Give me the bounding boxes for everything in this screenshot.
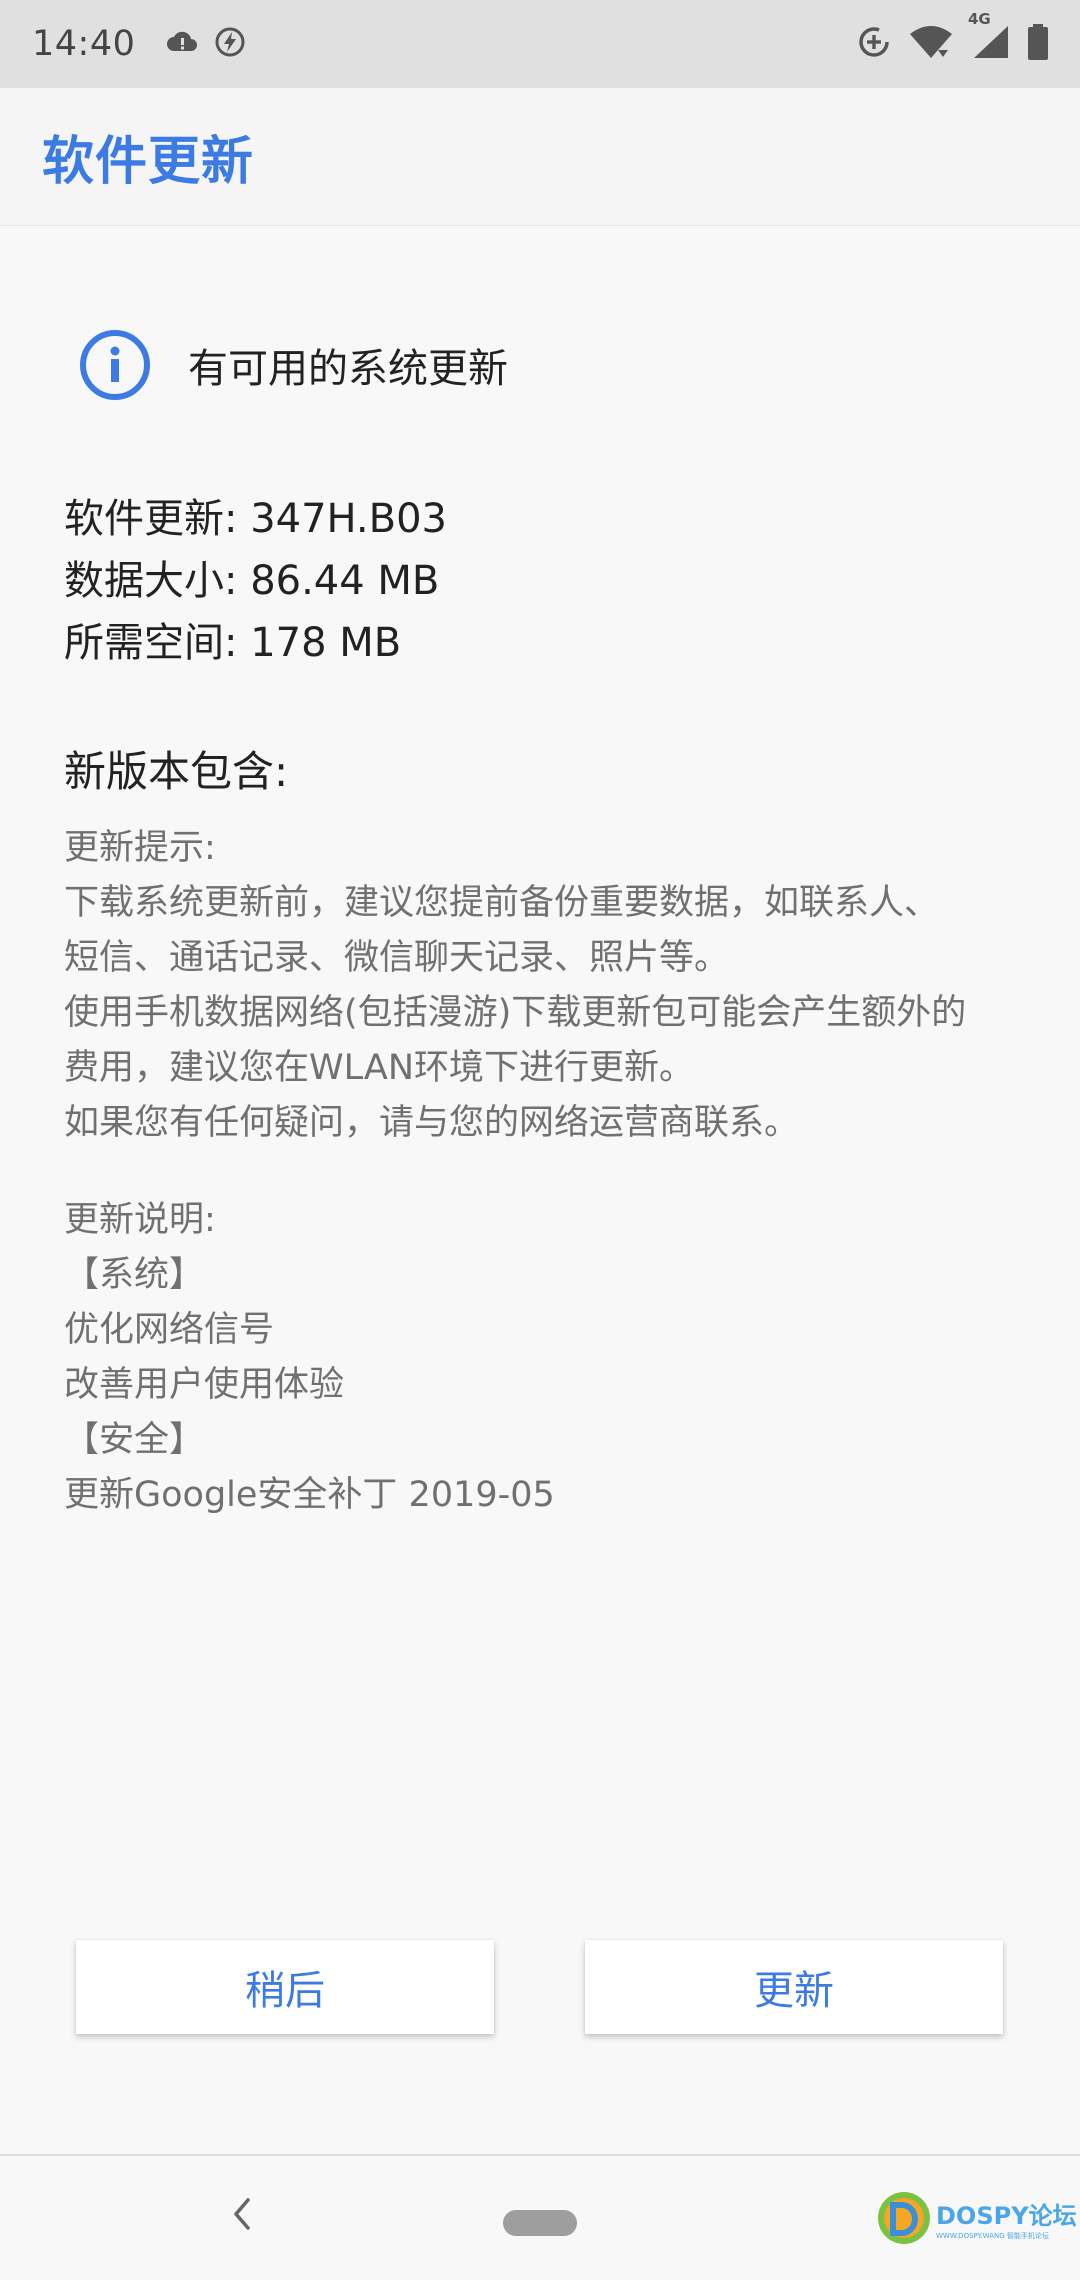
note-line: 使用手机数据网络(包括漫游)下载更新包可能会产生额外的 xyxy=(64,993,967,1033)
page-title: 软件更新 xyxy=(42,132,255,192)
back-icon[interactable] xyxy=(226,2194,256,2234)
note-line: 短信、通话记录、微信聊天记录、照片等。 xyxy=(64,938,730,978)
release-notes: 更新提示: 下载系统更新前，建议您提前备份重要数据，如联系人、 短信、通话记录、… xyxy=(64,821,1024,1523)
navigation-bar: DOSPY论坛 WWW.DOSPY.WANG 智能手机论坛 xyxy=(0,2154,1080,2280)
note-line: 下载系统更新前，建议您提前备份重要数据，如联系人、 xyxy=(64,883,940,923)
notice-text: 有可用的系统更新 xyxy=(188,346,508,392)
app-bar: 软件更新 xyxy=(0,88,1080,226)
home-pill-button[interactable] xyxy=(503,2210,577,2236)
note-line: 费用，建议您在WLAN环境下进行更新。 xyxy=(64,1048,695,1088)
note-line: 更新说明: xyxy=(64,1200,216,1240)
update-info: 软件更新: 347H.B03 数据大小: 86.44 MB 所需空间: 178 … xyxy=(64,488,447,674)
note-line: 【安全】 xyxy=(64,1420,205,1460)
note-line: 更新Google安全补丁 2019-05 xyxy=(64,1475,555,1515)
download-size: 数据大小: 86.44 MB xyxy=(64,558,440,604)
watermark-text: DOSPY论坛 xyxy=(936,2201,1077,2230)
dospy-logo-icon xyxy=(878,2192,930,2244)
network-type: 4G xyxy=(968,10,991,28)
wifi-icon xyxy=(908,24,954,64)
update-available-notice: 有可用的系统更新 xyxy=(78,328,508,402)
update-button[interactable]: 更新 xyxy=(585,1940,1003,2034)
note-line: 如果您有任何疑问，请与您的网络运营商联系。 xyxy=(64,1103,800,1143)
note-line: 【系统】 xyxy=(64,1255,205,1295)
status-bar: 14:40 4G xyxy=(0,0,1080,88)
note-line: 改善用户使用体验 xyxy=(64,1365,345,1405)
note-line: 更新提示: xyxy=(64,828,216,868)
note-line: 优化网络信号 xyxy=(64,1310,275,1350)
info-icon xyxy=(80,330,150,400)
later-button[interactable]: 稍后 xyxy=(76,1940,494,2034)
battery-icon xyxy=(1026,23,1050,65)
watermark-subtext: WWW.DOSPY.WANG 智能手机论坛 xyxy=(936,2231,1049,2240)
data-saver-icon xyxy=(856,24,892,64)
status-time: 14:40 xyxy=(32,24,136,64)
changelog-title: 新版本包含: xyxy=(64,747,289,796)
watermark: DOSPY论坛 WWW.DOSPY.WANG 智能手机论坛 xyxy=(876,2190,1077,2246)
signal-icon: 4G xyxy=(968,10,1010,64)
flash-icon xyxy=(213,25,247,63)
software-version: 软件更新: 347H.B03 xyxy=(64,496,447,542)
required-space: 所需空间: 178 MB xyxy=(64,620,402,666)
cloud-warning-icon xyxy=(165,25,199,63)
